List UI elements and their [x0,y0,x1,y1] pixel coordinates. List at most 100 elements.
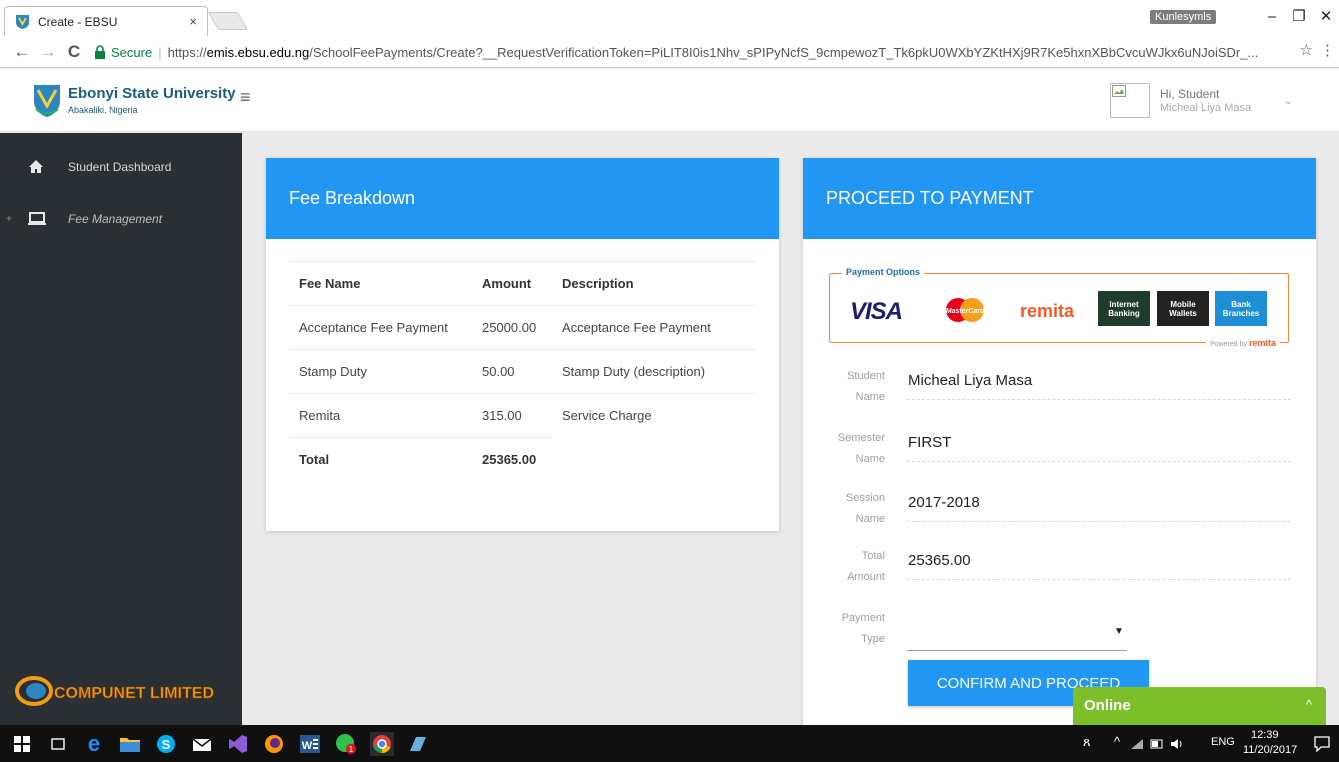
home-icon [28,159,46,175]
user-menu-chevron-icon[interactable]: ⌄ [1284,96,1292,107]
windows-start-icon[interactable] [10,732,34,756]
skype-icon[interactable]: S [154,732,178,756]
student-name-value: Micheal Liya Masa [908,372,1033,389]
menu-toggle-icon[interactable]: ≡ [240,87,251,108]
tray-overflow-icon[interactable]: ^ [1114,734,1120,749]
total-label: Total [299,452,330,467]
payment-options-banner: Payment Options VISA MasterCard remita I… [829,267,1289,348]
edge-icon[interactable]: e [82,732,106,756]
table-header-row: Fee Name Amount Description [289,261,757,306]
fee-description: Acceptance Fee Payment [552,305,757,350]
brand-name: Ebonyi State University [68,85,236,102]
browser-tab[interactable]: Create - EBSU × [4,6,208,36]
task-view-icon[interactable] [46,732,70,756]
fee-name: Stamp Duty [289,349,472,394]
svg-text:S: S [162,737,171,752]
battery-icon [1150,739,1163,749]
compunet-logo-text: COMPUNET LIMITED [54,685,214,702]
profile-badge[interactable]: Kunlesymls [1150,10,1217,24]
brand-subtitle: Abakaliki, Nigeria [68,105,138,115]
expand-icon[interactable]: + [6,214,12,225]
wifi-icon [1131,739,1143,749]
user-name[interactable]: Micheal Liya Masa [1160,102,1251,114]
column-header: Fee Name [289,261,472,306]
bank-branches-badge: Bank Branches [1215,291,1267,326]
student-name-field: Student Name Micheal Liya Masa [829,366,1291,412]
student-name-label: Student Name [847,370,885,403]
fee-name: Remita [289,393,472,438]
app-header: Ebonyi State University Abakaliki, Niger… [0,69,1339,132]
fee-table: Fee Name Amount Description Acceptance F… [289,261,757,481]
close-window-button[interactable]: ✕ [1316,6,1336,28]
payment-type-field: Payment Type ▼ [829,608,1291,654]
broken-image-icon [1112,85,1126,97]
chrome-icon[interactable] [370,732,394,756]
reload-button[interactable]: C [64,42,84,62]
browser-menu-icon[interactable]: ⋮ [1320,41,1335,59]
payment-type-label: Payment Type [841,612,885,645]
avatar[interactable] [1110,83,1150,118]
bookmark-star-icon[interactable]: ☆ [1300,41,1313,59]
column-header: Description [552,261,757,306]
fee-name: Acceptance Fee Payment [289,305,472,350]
url-text: https://emis.ebsu.edu.ng/SchoolFeePaymen… [167,44,1259,60]
minimize-button[interactable]: – [1262,6,1282,28]
url-bar[interactable]: Secure | https://emis.ebsu.edu.ng/School… [93,40,1316,64]
lock-icon [94,45,106,59]
table-row: Remita 315.00 Service Charge [289,393,757,438]
new-tab-button[interactable] [207,12,249,30]
remita-logo: remita [1020,301,1075,321]
mastercard-logo: MasterCard [946,298,985,322]
sidebar: Student Dashboard + Fee Management COMPU… [0,133,242,725]
word-icon[interactable]: W [298,732,322,756]
svg-text:MasterCard: MasterCard [946,308,985,315]
whatsapp-icon[interactable]: 1 [334,732,358,756]
semester-name-field: Semester Name FIRST [829,428,1291,474]
visual-studio-icon[interactable] [226,732,250,756]
dropdown-caret-icon[interactable]: ▼ [1114,626,1124,637]
university-logo [34,85,60,117]
sidebar-item-fee-management[interactable]: + Fee Management [0,203,242,235]
mail-icon[interactable] [190,732,214,756]
user-greeting[interactable]: Hi, Student [1160,87,1219,101]
online-chat-label: Online [1084,697,1131,714]
fee-amount: 50.00 [472,349,552,394]
taskbar: e S W 1 ጸ ^ ENG 12:39 11/20/2017 [0,725,1339,762]
system-tray-icons[interactable] [1130,732,1184,756]
language-indicator[interactable]: ENG [1211,736,1235,748]
ebsu-favicon-icon [15,14,30,29]
notifications-icon[interactable] [1310,732,1334,756]
session-name-field: Session Name 2017-2018 [829,488,1291,534]
semester-name-value: FIRST [908,434,952,451]
monitor-icon [28,211,46,227]
online-chat-widget[interactable]: Online ^ [1073,687,1326,725]
internet-banking-badge: Internet Banking [1098,291,1150,326]
proceed-to-payment-card: PROCEED TO PAYMENT Payment Options VISA … [803,158,1316,738]
file-explorer-icon[interactable] [118,732,142,756]
sidebar-item-label: Fee Management [68,212,163,226]
tab-close-icon[interactable]: × [189,14,197,29]
fee-description: Stamp Duty (description) [552,349,757,394]
app-icon[interactable] [406,732,430,756]
clock-time[interactable]: 12:39 [1251,729,1279,741]
secure-label: Secure [111,44,153,60]
url-separator: | [158,44,162,60]
total-amount-field: Total Amount 25365.00 [829,546,1291,592]
table-total-row: Total 25365.00 [289,438,757,482]
powered-by-remita: Powered by remita [1206,338,1280,348]
people-icon[interactable]: ጸ [1083,734,1091,750]
restore-button[interactable]: ❐ [1289,6,1309,28]
sidebar-item-student-dashboard[interactable]: Student Dashboard [0,151,242,183]
svg-text:e: e [88,734,100,754]
chevron-up-icon[interactable]: ^ [1306,697,1312,712]
clock-date[interactable]: 11/20/2017 [1243,744,1297,756]
firefox-icon[interactable] [262,732,286,756]
payment-type-select[interactable] [908,616,1128,644]
back-button[interactable]: ← [12,42,32,62]
payment-title: PROCEED TO PAYMENT [803,158,1316,239]
compunet-logo: COMPUNET LIMITED [15,676,214,706]
forward-button[interactable]: → [38,42,58,62]
address-bar-row: ← → C Secure | https://emis.ebsu.edu.ng/… [0,36,1339,68]
svg-text:W: W [302,740,313,752]
fee-amount: 315.00 [472,393,552,438]
